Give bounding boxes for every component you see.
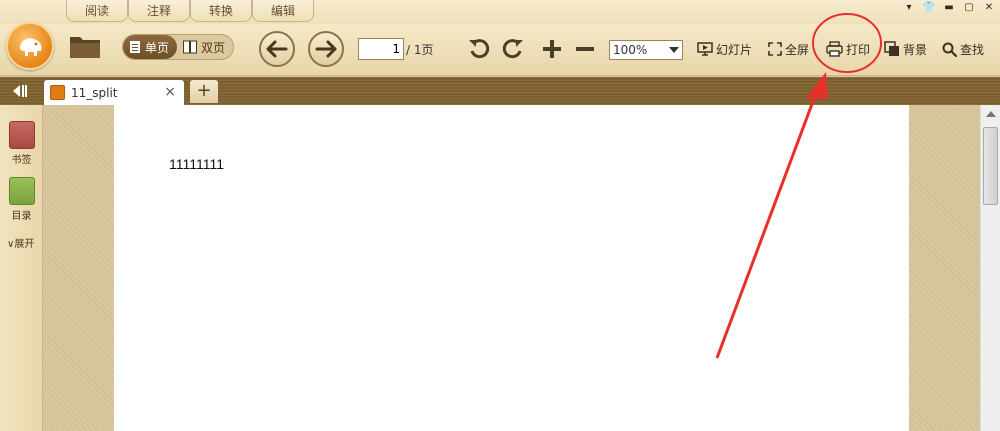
close-tab-icon[interactable]: × bbox=[164, 84, 176, 100]
close-icon[interactable]: ✕ bbox=[982, 2, 996, 14]
menu-tabs: 阅读 注释 转换 编辑 bbox=[66, 0, 314, 24]
sidebar-toggle-button[interactable] bbox=[0, 77, 40, 105]
view-mode-toggle: 单页 双页 bbox=[122, 34, 235, 60]
chevron-down-icon bbox=[669, 47, 679, 53]
tab-annotate[interactable]: 注释 bbox=[128, 0, 190, 22]
document-tab-label: 11_split bbox=[71, 85, 118, 100]
scroll-thumb[interactable] bbox=[983, 127, 998, 205]
slideshow-button[interactable]: 幻灯片 bbox=[697, 40, 752, 58]
collapse-sidebar-icon bbox=[13, 85, 27, 97]
document-tab[interactable]: 11_split × bbox=[44, 80, 184, 105]
tab-convert[interactable]: 转换 bbox=[190, 0, 252, 22]
rotate-left-icon[interactable] bbox=[467, 37, 491, 61]
sidebar-expand-label: 展开 bbox=[14, 239, 35, 250]
background-label: 背景 bbox=[903, 42, 928, 57]
zoom-out-icon[interactable] bbox=[573, 37, 597, 61]
scroll-up-icon[interactable] bbox=[986, 111, 996, 117]
background-button[interactable]: 背景 bbox=[884, 40, 927, 58]
double-page-button[interactable]: 双页 bbox=[177, 35, 233, 59]
skin-icon[interactable]: 👕 bbox=[922, 2, 936, 14]
search-button[interactable]: 查找 bbox=[942, 40, 984, 58]
single-page-label: 单页 bbox=[145, 40, 170, 55]
sidebar-item-bookmark[interactable]: 书签 bbox=[0, 121, 43, 166]
document-viewport: 11111111 bbox=[43, 105, 980, 431]
pdf-file-icon bbox=[50, 85, 65, 100]
elephant-icon bbox=[20, 38, 42, 56]
open-folder-icon[interactable] bbox=[68, 32, 102, 60]
fullscreen-icon bbox=[768, 42, 782, 56]
slideshow-label: 幻灯片 bbox=[716, 42, 753, 57]
fullscreen-label: 全屏 bbox=[785, 42, 810, 57]
double-page-icon bbox=[183, 40, 198, 54]
window-controls: ▾ 👕 ▬ ▢ ✕ bbox=[902, 2, 996, 14]
fullscreen-button[interactable]: 全屏 bbox=[768, 40, 809, 58]
sidebar-item-label: 书签 bbox=[11, 155, 32, 166]
printer-icon bbox=[826, 41, 843, 57]
next-page-button[interactable] bbox=[308, 31, 344, 67]
arrow-left-icon bbox=[266, 40, 288, 58]
rotate-right-icon[interactable] bbox=[501, 37, 525, 61]
add-tab-button[interactable]: + bbox=[190, 80, 218, 103]
search-icon bbox=[942, 42, 957, 57]
sidebar-item-label: 目录 bbox=[11, 211, 32, 222]
zoom-value: 100% bbox=[613, 43, 648, 57]
search-label: 查找 bbox=[960, 42, 985, 57]
vertical-scrollbar[interactable] bbox=[980, 105, 1000, 431]
document-text: 11111111 bbox=[169, 156, 225, 172]
page-total: / 1页 bbox=[406, 43, 434, 57]
zoom-in-icon[interactable] bbox=[540, 37, 564, 61]
single-page-icon bbox=[130, 41, 140, 53]
bookmark-icon bbox=[8, 121, 35, 149]
single-page-button[interactable]: 单页 bbox=[123, 35, 178, 59]
sidebar-expand[interactable]: ∨展开 bbox=[0, 235, 43, 250]
zoom-select[interactable]: 100% bbox=[609, 40, 683, 60]
left-sidebar: 书签 目录 ∨展开 bbox=[0, 105, 43, 431]
tab-edit[interactable]: 编辑 bbox=[252, 0, 314, 22]
double-page-label: 双页 bbox=[201, 40, 226, 55]
document-tab-strip: 11_split × + bbox=[0, 77, 1000, 105]
sidebar-item-toc[interactable]: 目录 bbox=[0, 177, 43, 222]
dropdown-icon[interactable]: ▾ bbox=[902, 2, 916, 14]
slideshow-icon bbox=[697, 42, 713, 56]
app-logo[interactable] bbox=[6, 22, 54, 70]
page-number-input[interactable] bbox=[358, 38, 404, 60]
title-bar: 阅读 注释 转换 编辑 ▾ 👕 ▬ ▢ ✕ bbox=[0, 0, 1000, 24]
tab-read[interactable]: 阅读 bbox=[66, 0, 128, 22]
print-label: 打印 bbox=[846, 42, 871, 57]
print-button[interactable]: 打印 bbox=[826, 40, 870, 58]
minimize-icon[interactable]: ▬ bbox=[942, 2, 956, 14]
previous-page-button[interactable] bbox=[259, 31, 295, 67]
document-page: 11111111 bbox=[114, 105, 909, 431]
toc-icon bbox=[8, 177, 35, 205]
background-icon bbox=[884, 41, 899, 56]
maximize-icon[interactable]: ▢ bbox=[962, 2, 976, 14]
arrow-right-icon bbox=[315, 40, 337, 58]
toolbar: 单页 双页 / 1页 100% bbox=[0, 22, 1000, 76]
